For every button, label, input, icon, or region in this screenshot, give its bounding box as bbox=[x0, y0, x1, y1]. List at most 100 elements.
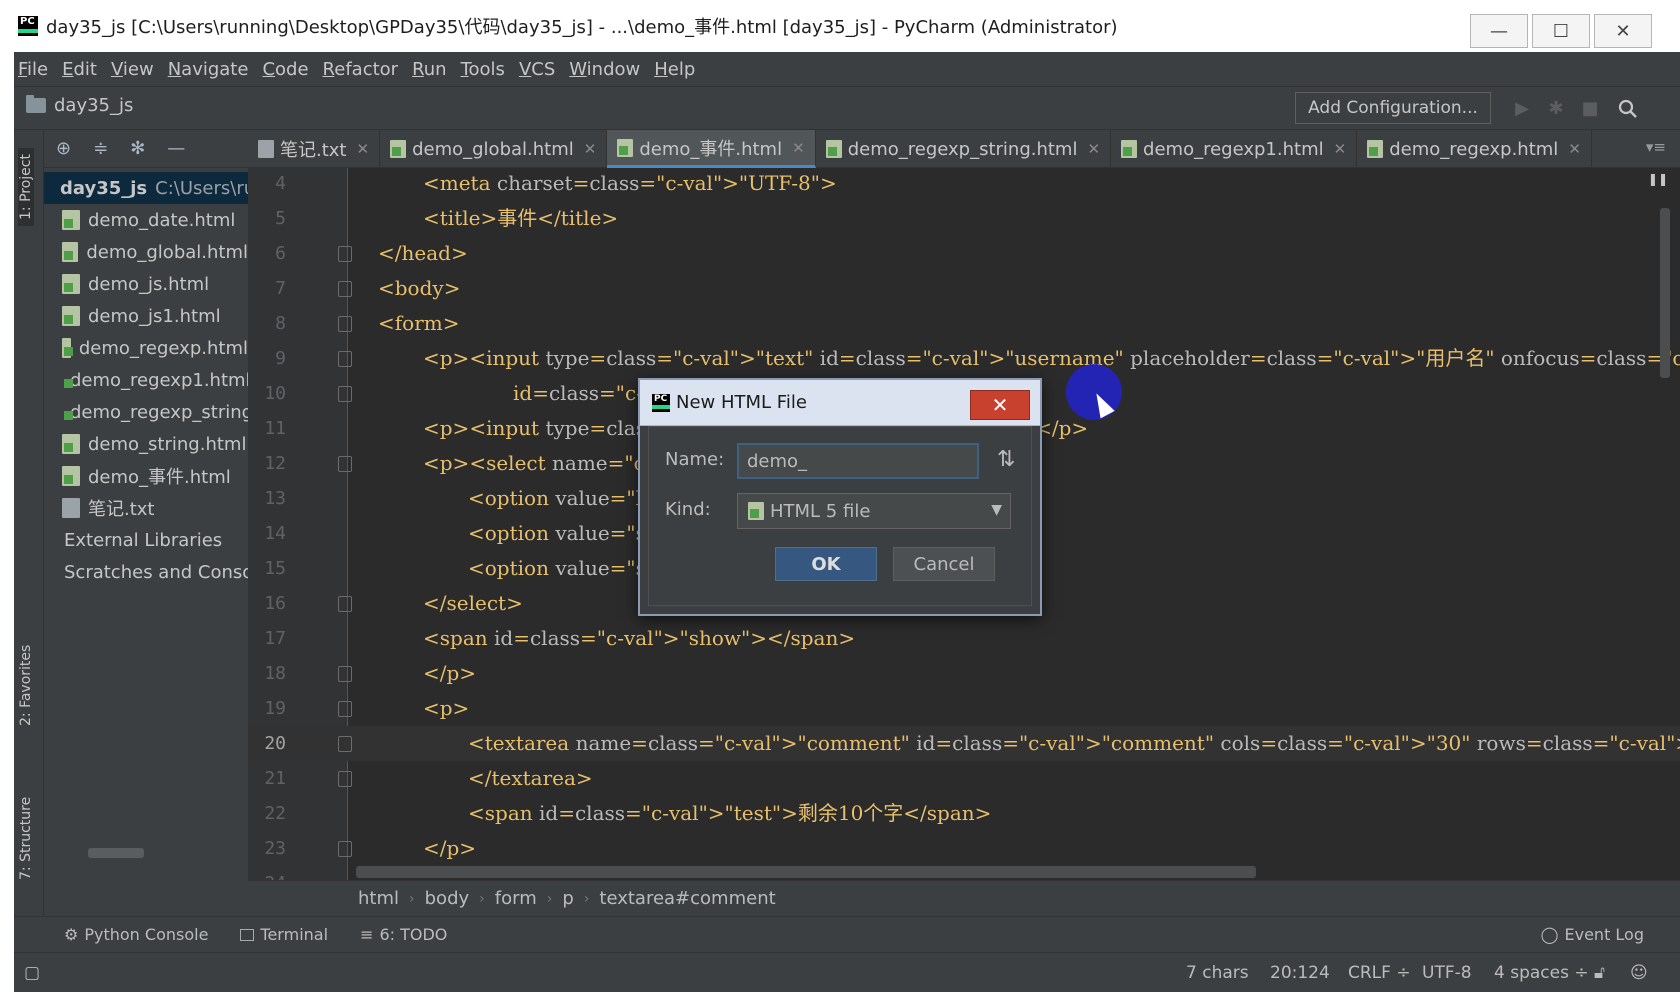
menu-run[interactable]: Run bbox=[412, 59, 447, 80]
fold-marker-icon[interactable] bbox=[338, 351, 352, 367]
tree-file[interactable]: demo_regexp_string.html bbox=[44, 396, 248, 428]
status-line-separator[interactable]: CRLF ÷ bbox=[1348, 963, 1411, 983]
tree-file[interactable]: demo_事件.html bbox=[44, 460, 248, 492]
fold-marker-icon[interactable] bbox=[338, 281, 352, 297]
code-line[interactable]: 7 <body> bbox=[248, 271, 1680, 306]
external-libraries[interactable]: External Libraries bbox=[44, 524, 248, 556]
collapse-all-icon[interactable]: ≑ bbox=[93, 138, 108, 159]
tree-file[interactable]: demo_string.html bbox=[44, 428, 248, 460]
code-line[interactable]: 6 </head> bbox=[248, 236, 1680, 271]
crumb-form[interactable]: form bbox=[495, 888, 537, 909]
todo-tab[interactable]: ≡ 6: TODO bbox=[360, 925, 447, 944]
horizontal-scrollbar[interactable] bbox=[356, 866, 1256, 878]
menu-view[interactable]: View bbox=[111, 59, 154, 80]
fold-marker-icon[interactable] bbox=[338, 701, 352, 717]
menu-help[interactable]: Help bbox=[654, 59, 695, 80]
code-line[interactable]: 8 <form> bbox=[248, 306, 1680, 341]
vertical-scrollbar[interactable] bbox=[1660, 208, 1670, 378]
menu-navigate[interactable]: Navigate bbox=[168, 59, 249, 80]
cancel-button[interactable]: Cancel bbox=[893, 547, 995, 581]
menu-edit[interactable]: Edit bbox=[62, 59, 97, 80]
close-tab-icon[interactable]: ✕ bbox=[792, 139, 805, 157]
tab-demo-regexp[interactable]: demo_regexp.html ✕ bbox=[1357, 130, 1592, 168]
fold-marker-icon[interactable] bbox=[338, 736, 352, 752]
code-line[interactable]: 17 <span id=class="c-val">"show"></span> bbox=[248, 621, 1680, 656]
crumb-textarea[interactable]: textarea#comment bbox=[599, 888, 775, 909]
search-icon[interactable] bbox=[1618, 99, 1638, 119]
locate-icon[interactable]: ⊕ bbox=[56, 138, 71, 159]
tree-file[interactable]: demo_js1.html bbox=[44, 300, 248, 332]
close-tab-icon[interactable]: ✕ bbox=[584, 140, 597, 158]
status-indent[interactable]: 4 spaces ÷ bbox=[1494, 963, 1589, 983]
project-tool-tab[interactable]: 1: Project bbox=[18, 148, 34, 226]
menu-tools[interactable]: Tools bbox=[461, 59, 505, 80]
menu-window[interactable]: Window bbox=[569, 59, 640, 80]
code-line[interactable]: 4 <meta charset=class="c-val">"UTF-8"> bbox=[248, 168, 1680, 201]
menu-refactor[interactable]: Refactor bbox=[323, 59, 399, 80]
menu-code[interactable]: Code bbox=[262, 59, 308, 80]
gear-icon[interactable]: ✻ bbox=[130, 138, 145, 159]
tree-file[interactable]: 笔记.txt bbox=[44, 492, 248, 524]
tab-notes[interactable]: 笔记.txt ✕ bbox=[248, 130, 381, 168]
code-line[interactable]: 20 <textarea name=class="c-val">"comment"… bbox=[248, 726, 1680, 761]
run-icon[interactable]: ▶ bbox=[1512, 99, 1532, 119]
fold-marker-icon[interactable] bbox=[338, 246, 352, 262]
fold-marker-icon[interactable] bbox=[338, 841, 352, 857]
crumb-p[interactable]: p bbox=[562, 888, 573, 909]
code-line[interactable]: 21 </textarea> bbox=[248, 761, 1680, 796]
add-configuration-button[interactable]: Add Configuration... bbox=[1295, 92, 1491, 124]
status-position[interactable]: 20:124 bbox=[1270, 963, 1330, 983]
inspector-icon[interactable]: ☺ bbox=[1630, 963, 1648, 983]
menu-vcs[interactable]: VCS bbox=[519, 59, 555, 80]
tab-demo-regexp-string[interactable]: demo_regexp_string.html ✕ bbox=[816, 130, 1112, 168]
tree-file[interactable]: demo_date.html bbox=[44, 204, 248, 236]
kind-select[interactable]: HTML 5 file ▼ bbox=[737, 493, 1011, 529]
minimize-button[interactable]: — bbox=[1470, 14, 1528, 48]
status-encoding[interactable]: UTF-8 bbox=[1422, 963, 1472, 983]
maximize-button[interactable]: ☐ bbox=[1532, 14, 1590, 48]
tab-demo-regexp1[interactable]: demo_regexp1.html ✕ bbox=[1111, 130, 1358, 168]
lock-icon[interactable]: 🔓︎ bbox=[1594, 963, 1605, 983]
dialog-close-button[interactable]: ✕ bbox=[970, 390, 1030, 420]
favorites-tool-tab[interactable]: 2: Favorites bbox=[18, 645, 34, 726]
crumb-html[interactable]: html bbox=[358, 888, 399, 909]
menu-file[interactable]: File bbox=[18, 59, 48, 80]
ok-button[interactable]: OK bbox=[775, 547, 877, 581]
stop-icon[interactable]: ■ bbox=[1580, 99, 1600, 119]
fold-marker-icon[interactable] bbox=[338, 771, 352, 787]
terminal-tab[interactable]: Terminal bbox=[240, 925, 328, 944]
code-line[interactable]: 22 <span id=class="c-val">"test">剩余10个字</… bbox=[248, 796, 1680, 831]
sort-icon[interactable]: ⇅ bbox=[997, 447, 1015, 472]
toggle-tool-windows-icon[interactable]: ▢ bbox=[24, 963, 40, 983]
hide-panel-icon[interactable]: — bbox=[167, 138, 185, 159]
close-tab-icon[interactable]: ✕ bbox=[1334, 140, 1347, 158]
close-tab-icon[interactable]: ✕ bbox=[357, 140, 370, 158]
close-window-button[interactable]: ✕ bbox=[1594, 14, 1652, 48]
crumb-body[interactable]: body bbox=[425, 888, 470, 909]
project-breadcrumb[interactable]: day35_js bbox=[26, 95, 133, 116]
structure-tool-tab[interactable]: 7: Structure bbox=[18, 797, 34, 880]
tree-file[interactable]: demo_regexp1.html bbox=[44, 364, 248, 396]
tab-demo-event[interactable]: demo_事件.html ✕ bbox=[607, 130, 816, 168]
code-line[interactable]: 5 <title>事件</title> bbox=[248, 201, 1680, 236]
project-scrollbar[interactable] bbox=[88, 848, 144, 858]
close-tab-icon[interactable]: ✕ bbox=[1087, 140, 1100, 158]
code-line[interactable]: 19 <p> bbox=[248, 691, 1680, 726]
close-tab-icon[interactable]: ✕ bbox=[1568, 140, 1581, 158]
fold-marker-icon[interactable] bbox=[338, 456, 352, 472]
fold-marker-icon[interactable] bbox=[338, 316, 352, 332]
tree-root[interactable]: day35_js C:\Users\runnin bbox=[44, 172, 248, 204]
fold-marker-icon[interactable] bbox=[338, 666, 352, 682]
scratches-and-consoles[interactable]: Scratches and Consoles bbox=[44, 556, 248, 588]
event-log-tab[interactable]: ◯ Event Log bbox=[1541, 925, 1644, 944]
tree-file[interactable]: demo_global.html bbox=[44, 236, 248, 268]
python-console-tab[interactable]: ⚙ Python Console bbox=[64, 925, 208, 944]
tab-list-icon[interactable]: ▾≡ bbox=[1646, 138, 1666, 156]
debug-icon[interactable]: ✱ bbox=[1546, 99, 1566, 119]
tab-demo-global[interactable]: demo_global.html ✕ bbox=[380, 130, 608, 168]
name-input[interactable]: demo_ bbox=[737, 443, 979, 479]
tree-file[interactable]: demo_regexp.html bbox=[44, 332, 248, 364]
code-line[interactable]: 9 <p><input type=class="c-val">"text" id=… bbox=[248, 341, 1680, 376]
tree-file[interactable]: demo_js.html bbox=[44, 268, 248, 300]
fold-marker-icon[interactable] bbox=[338, 386, 352, 402]
